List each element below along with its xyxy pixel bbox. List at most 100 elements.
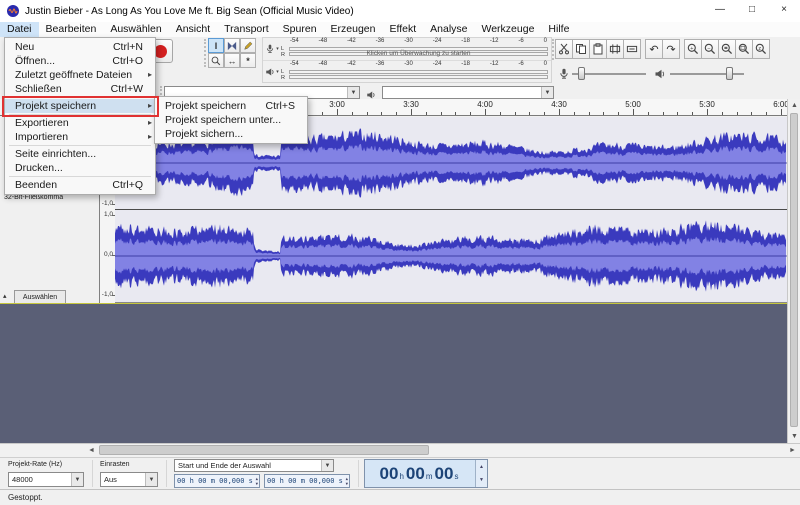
svg-text:+: + [690, 46, 693, 52]
menu-item-zuletzt-geoeffnete-dateien[interactable]: Zuletzt geöffnete Dateien ▸ [5, 68, 155, 82]
recording-meter-bars[interactable]: Klicken um Überwachung zu starten [289, 46, 548, 60]
zoom-tool[interactable] [208, 53, 224, 68]
menubar-item-spuren[interactable]: Spuren [276, 22, 324, 37]
ruler-tick [485, 109, 486, 115]
minimize-button[interactable]: — [704, 0, 736, 22]
close-button[interactable]: × [768, 0, 800, 22]
envelope-tool[interactable] [224, 38, 240, 53]
ruler-tick [573, 112, 575, 115]
menu-item-oeffnen[interactable]: Öffnen... Ctrl+O [5, 54, 155, 68]
draw-tool[interactable] [240, 38, 256, 53]
selection-start-field[interactable]: 00 h 00 m 00,000 s ▲ ▼ [174, 474, 260, 488]
project-rate-select[interactable]: 48000 ▼ [8, 472, 84, 487]
window-controls: — □ × [704, 0, 800, 22]
ruler-tick [736, 112, 738, 115]
menubar-item-analyse[interactable]: Analyse [423, 22, 474, 37]
status-text: Gestoppt. [8, 493, 43, 502]
silence-audio-button[interactable] [623, 39, 641, 59]
recording-volume-thumb[interactable] [578, 67, 585, 80]
selection-format-select[interactable]: Start und Ende der Auswahl ▼ [174, 459, 334, 472]
zoom-toggle-button[interactable]: z [752, 39, 770, 59]
menu-item-drucken[interactable]: Drucken... [5, 161, 155, 175]
audio-position-display[interactable]: 00 h 00 m 00 s ▲ ▼ [364, 459, 488, 488]
scroll-down-icon[interactable]: ▼ [788, 430, 800, 443]
selection-tool[interactable]: I [208, 38, 224, 53]
zoom-out-button[interactable]: − [701, 39, 719, 59]
ruler-tick [633, 109, 634, 115]
cut-button[interactable] [555, 39, 573, 59]
spinner-icon[interactable]: ▲ ▼ [475, 460, 487, 487]
menu-item-projekt-sichern[interactable]: Projekt sichern... [155, 127, 307, 141]
horizontal-scroll-thumb[interactable] [99, 445, 429, 455]
playback-volume-thumb[interactable] [726, 67, 733, 80]
playback-meter-scale: -54 -48 -42 -36 -30 -24 -18 -12 -6 0 [290, 61, 547, 67]
maximize-button[interactable]: □ [736, 0, 768, 22]
chevron-down-icon: ▼ [347, 87, 359, 98]
multi-tool[interactable]: * [240, 53, 256, 68]
menu-item-exportieren[interactable]: Exportieren ▸ [5, 116, 155, 130]
submenu-arrow-icon: ▸ [147, 132, 152, 141]
zoom-selection-button[interactable] [718, 39, 736, 59]
menubar-item-erzeugen[interactable]: Erzeugen [324, 22, 383, 37]
titlebar: Justin Bieber - As Long As You Love Me f… [0, 0, 800, 22]
timeshift-tool[interactable]: ↔ [224, 53, 240, 68]
microphone-icon[interactable]: ▾ [263, 38, 281, 60]
track-select-button[interactable]: Auswählen [14, 290, 66, 304]
ruler-tick [440, 112, 442, 115]
zoom-fit-button[interactable] [735, 39, 753, 59]
menubar-item-bearbeiten[interactable]: Bearbeiten [39, 22, 104, 37]
menu-item-seite-einrichten[interactable]: Seite einrichten... [5, 147, 155, 161]
menu-item-schliessen[interactable]: Schließen Ctrl+W [5, 82, 155, 96]
chevron-down-icon: ▼ [145, 473, 157, 486]
spinner-icon[interactable]: ▲ ▼ [346, 476, 349, 486]
svg-text:−: − [707, 46, 710, 52]
ruler-tick [618, 112, 620, 115]
menubar-item-ansicht[interactable]: Ansicht [169, 22, 217, 37]
menu-separator [9, 114, 151, 115]
recording-meter[interactable]: ▾ LR -54 -48 -42 -36 -30 -24 -18 -12 -6 0 Klicken… [263, 38, 551, 61]
menu-separator [9, 145, 151, 146]
selection-end-field[interactable]: 00 h 00 m 00,000 s ▲ ▼ [264, 474, 350, 488]
speaker-icon[interactable]: ▾ [263, 61, 281, 83]
ruler-tick [781, 109, 782, 115]
scroll-up-icon[interactable]: ▲ [788, 99, 800, 112]
spinner-icon[interactable]: ▲ ▼ [256, 476, 259, 486]
scroll-left-icon[interactable]: ◄ [85, 444, 98, 457]
playback-meter-bars[interactable] [289, 69, 548, 83]
menubar-item-werkzeuge[interactable]: Werkzeuge [475, 22, 542, 37]
menubar-item-hilfe[interactable]: Hilfe [541, 22, 576, 37]
menu-item-beenden[interactable]: Beenden Ctrl+Q [5, 178, 155, 192]
menubar-item-transport[interactable]: Transport [217, 22, 276, 37]
ruler-tick [647, 112, 649, 115]
copy-button[interactable] [572, 39, 590, 59]
vertical-scroll-thumb[interactable] [790, 113, 798, 427]
zoom-in-button[interactable]: + [684, 39, 702, 59]
menu-item-projekt-speichern-unter[interactable]: Projekt speichern unter... [155, 113, 307, 127]
menu-item-projekt-speichern[interactable]: Projekt speichern Ctrl+S [155, 99, 307, 113]
vertical-scrollbar[interactable]: ▲ ▼ [787, 99, 800, 443]
scroll-right-icon[interactable]: ► [786, 444, 799, 457]
snap-select[interactable]: Aus ▼ [100, 472, 158, 487]
menu-item-neu[interactable]: Neu Ctrl+N [5, 40, 155, 54]
meter-channel-labels: LR [281, 46, 285, 58]
menu-item-projekt-speichern[interactable]: Projekt speichern ▸ [5, 99, 155, 113]
menubar-item-auswaehlen[interactable]: Auswählen [103, 22, 168, 37]
menubar-item-datei[interactable]: Datei [0, 22, 39, 37]
waveform-channel-right[interactable] [115, 210, 787, 302]
submenu-arrow-icon: ▸ [147, 101, 152, 110]
ruler-time-label: 5:30 [699, 100, 715, 109]
collapse-track-icon[interactable]: ▴ [3, 292, 7, 300]
menu-separator [9, 176, 151, 177]
audacity-window: Justin Bieber - As Long As You Love Me f… [0, 0, 800, 505]
recording-meter-scale: -54 -48 -42 -36 -30 -24 -18 -12 -6 0 [290, 38, 547, 44]
ruler-tick [425, 112, 427, 115]
playback-meter[interactable]: ▾ LR -54 -48 -42 -36 -30 -24 -18 -12 -6 0 [263, 61, 551, 83]
redo-button[interactable]: ↷ [662, 39, 680, 59]
playback-device-select[interactable]: ▼ [382, 86, 554, 99]
ruler-tick [588, 112, 590, 115]
paste-button[interactable] [589, 39, 607, 59]
trim-audio-button[interactable] [606, 39, 624, 59]
undo-button[interactable]: ↶ [645, 39, 663, 59]
menubar-item-effekt[interactable]: Effekt [382, 22, 423, 37]
menu-item-importieren[interactable]: Importieren ▸ [5, 130, 155, 144]
